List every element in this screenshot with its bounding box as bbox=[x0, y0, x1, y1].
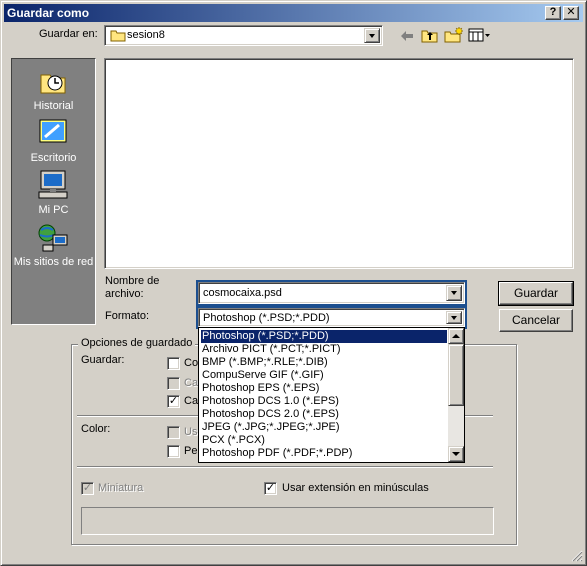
save-in-dropdown-button[interactable] bbox=[364, 28, 380, 43]
format-dropdown-button[interactable] bbox=[446, 311, 462, 324]
file-name-dropdown-button[interactable] bbox=[446, 285, 462, 301]
close-button[interactable]: ✕ bbox=[563, 6, 579, 20]
format-option[interactable]: Archivo PICT (*.PCT;*.PICT) bbox=[201, 343, 447, 356]
format-option[interactable]: Photoshop (*.PSD;*.PDD) bbox=[201, 330, 447, 343]
title-bar[interactable]: Guardar como ? ✕ bbox=[4, 4, 583, 22]
scroll-thumb[interactable] bbox=[448, 344, 464, 406]
save-label: Guardar: bbox=[81, 354, 125, 366]
place-desktop-label: Escritorio bbox=[30, 152, 77, 164]
format-option[interactable]: Photoshop EPS (*.EPS) bbox=[201, 382, 447, 395]
format-dropdown-list[interactable]: Photoshop (*.PSD;*.PDD) Archivo PICT (*.… bbox=[198, 327, 465, 463]
color-label: Color: bbox=[81, 423, 111, 435]
folder-icon bbox=[110, 30, 126, 42]
scroll-down-button[interactable] bbox=[448, 446, 464, 462]
window-title: Guardar como bbox=[7, 6, 90, 20]
save-option-2-label: Ca bbox=[184, 377, 199, 389]
save-option-3-label: Ca bbox=[184, 395, 199, 407]
new-folder-icon[interactable] bbox=[444, 26, 464, 43]
help-icon: ? bbox=[549, 6, 557, 18]
save-in-label: Guardar en: bbox=[39, 28, 98, 40]
format-option[interactable]: Photoshop PDF (*.PDF;*.PDP) bbox=[201, 447, 447, 460]
resize-grip-icon[interactable] bbox=[571, 550, 583, 562]
up-folder-icon[interactable] bbox=[421, 27, 439, 43]
color-option-1-label: Us bbox=[184, 426, 198, 438]
places-bar: Historial Escritorio Mi PC Mis sitios de… bbox=[11, 58, 96, 325]
help-button[interactable]: ? bbox=[545, 6, 561, 20]
place-network-label: Mis sitios de red bbox=[13, 256, 94, 268]
save-button[interactable]: Guardar bbox=[498, 281, 574, 306]
color-option-2-label: Pe bbox=[184, 445, 198, 457]
save-options-legend: Opciones de guardado bbox=[78, 337, 196, 349]
current-folder-name: sesion8 bbox=[127, 29, 165, 41]
scroll-up-button[interactable] bbox=[448, 328, 464, 344]
color-option-1-checkbox[interactable] bbox=[167, 426, 180, 439]
close-icon: ✕ bbox=[566, 6, 576, 18]
save-option-3-checkbox[interactable]: ✓ bbox=[167, 395, 180, 408]
save-as-dialog: Guardar como ? ✕ Guardar en: sesion8 His… bbox=[0, 0, 587, 566]
network-places-icon bbox=[38, 224, 68, 252]
save-option-1-label: Co bbox=[184, 357, 199, 369]
file-name-label-line2: archivo: bbox=[105, 288, 144, 300]
thumbnail-checkbox[interactable]: ✓ bbox=[81, 482, 94, 495]
save-option-1-checkbox[interactable] bbox=[167, 357, 180, 370]
color-option-2-checkbox[interactable] bbox=[167, 445, 180, 458]
place-my-computer-label: Mi PC bbox=[38, 204, 69, 216]
file-name-label-line1: Nombre de bbox=[105, 275, 160, 287]
format-select[interactable]: Photoshop (*.PSD;*.PDD) bbox=[198, 308, 465, 327]
lowercase-extension-label: Usar extensión en minúsculas bbox=[282, 482, 429, 494]
scroll-up-arrow-icon bbox=[452, 334, 460, 338]
thumbnail-label: Miniatura bbox=[98, 482, 144, 494]
separator-2 bbox=[77, 466, 493, 468]
place-history-label: Historial bbox=[33, 100, 74, 112]
format-option[interactable]: PCX (*.PCX) bbox=[201, 434, 447, 447]
lowercase-extension-checkbox[interactable]: ✓ bbox=[264, 482, 277, 495]
save-option-2-checkbox[interactable] bbox=[167, 377, 180, 390]
file-name-combo[interactable]: cosmocaixa.psd bbox=[198, 282, 465, 304]
desktop-icon bbox=[39, 119, 67, 146]
format-option[interactable]: CompuServe GIF (*.GIF) bbox=[201, 369, 447, 382]
format-label: Formato: bbox=[105, 310, 150, 322]
back-arrow-icon[interactable] bbox=[399, 29, 415, 43]
save-in-combo[interactable]: sesion8 bbox=[104, 25, 383, 46]
format-option[interactable]: BMP (*.BMP;*.RLE;*.DIB) bbox=[201, 356, 447, 369]
format-list-scrollbar[interactable] bbox=[448, 328, 464, 462]
view-menu-icon[interactable] bbox=[468, 28, 492, 42]
format-select-value: Photoshop (*.PSD;*.PDD) bbox=[203, 312, 330, 324]
my-computer-icon bbox=[38, 170, 68, 199]
format-option[interactable]: JPEG (*.JPG;*.JPEG;*.JPE) bbox=[201, 421, 447, 434]
format-option[interactable]: Photoshop DCS 1.0 (*.EPS) bbox=[201, 395, 447, 408]
info-panel bbox=[81, 507, 494, 535]
file-list[interactable] bbox=[104, 58, 574, 269]
file-name-input[interactable]: cosmocaixa.psd bbox=[203, 287, 282, 299]
cancel-button[interactable]: Cancelar bbox=[499, 309, 573, 332]
history-icon bbox=[40, 74, 66, 94]
format-option[interactable]: Photoshop DCS 2.0 (*.EPS) bbox=[201, 408, 447, 421]
scroll-down-arrow-icon bbox=[452, 452, 460, 456]
